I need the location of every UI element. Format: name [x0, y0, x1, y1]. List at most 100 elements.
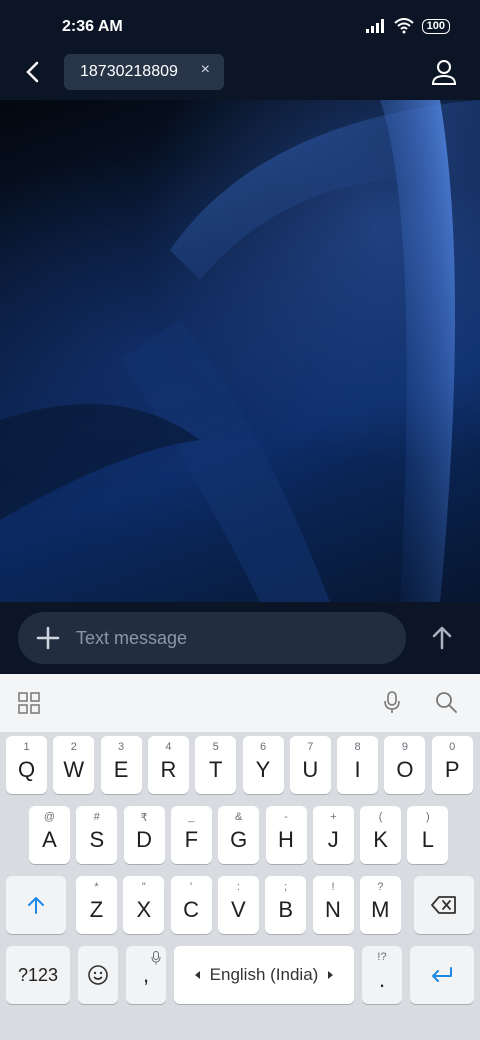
status-time: 2:36 AM [62, 18, 123, 35]
key-w[interactable]: 2W [53, 736, 95, 794]
period-key[interactable]: !? . [362, 946, 402, 1004]
key-label: S [89, 827, 105, 852]
symbols-key[interactable]: ?123 [6, 946, 70, 1004]
back-arrow-icon[interactable] [18, 56, 50, 88]
period-key-label: . [378, 967, 386, 992]
key-r[interactable]: 4R [147, 736, 189, 794]
key-z[interactable]: * Z [76, 876, 117, 934]
key-hint: ? [377, 881, 384, 893]
key-t[interactable]: 5T [195, 736, 237, 794]
key-hint: ) [426, 811, 430, 823]
key-hint: 0 [449, 741, 456, 753]
clear-recipient-icon[interactable]: × [201, 61, 210, 79]
key-e[interactable]: 3E [100, 736, 142, 794]
emoji-key-glyph [78, 946, 118, 1004]
key-v[interactable]: :V [217, 876, 259, 934]
key-d[interactable]: ₹ D [123, 806, 165, 864]
key-label: E [113, 757, 129, 782]
key-label: U [302, 757, 319, 782]
language-left-arrow-icon [194, 971, 200, 979]
key-hint: _ [188, 811, 195, 823]
shift-key[interactable] [6, 876, 66, 934]
key-i[interactable]: 8I [337, 736, 379, 794]
key-hint: 3 [118, 741, 125, 753]
key-hint: - [284, 811, 288, 823]
key-label: W [63, 757, 85, 782]
wallpaper-image [0, 100, 480, 602]
key-y[interactable]: 6Y [242, 736, 284, 794]
battery-indicator: 100 [421, 18, 450, 34]
wifi-icon [393, 18, 414, 34]
backspace-key[interactable] [414, 876, 474, 934]
key-f[interactable]: _ F [170, 806, 212, 864]
key-hint: 2 [70, 741, 77, 753]
key-label: K [373, 827, 388, 852]
key-a[interactable]: @ A [29, 806, 70, 864]
language-right-arrow-icon [328, 971, 334, 979]
conversation-background [0, 100, 480, 602]
comma-key-label: , [142, 962, 150, 987]
add-attachment-icon[interactable] [34, 624, 62, 652]
apps-grid-icon[interactable] [18, 692, 40, 714]
key-label: X [136, 897, 152, 922]
contact-icon[interactable] [428, 56, 460, 88]
key-label: H [278, 827, 294, 852]
key-label: Z [89, 897, 104, 922]
space-key-label: English (India) [209, 965, 319, 984]
enter-key[interactable] [410, 946, 474, 1004]
message-input[interactable]: Text message [18, 612, 406, 664]
signal-icon [365, 19, 384, 33]
key-u[interactable]: 7U [289, 736, 331, 794]
key-label: N [325, 897, 341, 922]
key-hint: 7 [307, 741, 314, 753]
key-label: V [231, 897, 246, 922]
search-icon[interactable] [434, 690, 458, 714]
key-p[interactable]: 0P [431, 736, 473, 794]
emoji-key[interactable] [78, 946, 118, 1004]
key-h[interactable]: -H [265, 806, 307, 864]
keyboard: 1Q2W3E4R5T6Y7U8I9O0P @ A # S ₹ D _ F & G - H + J(K) L … [0, 732, 480, 1040]
key-hint: ( [378, 811, 383, 823]
key-label: C [183, 897, 200, 922]
key-hint: 9 [401, 741, 408, 753]
key-hint: # [93, 811, 100, 823]
key-m[interactable]: ? M [359, 876, 401, 934]
key-g[interactable]: & G [218, 806, 260, 864]
space-key-content: English (India) [174, 946, 354, 1004]
message-placeholder: Text message [76, 628, 188, 648]
enter-arrow-icon [432, 967, 452, 982]
emoji-icon [88, 965, 108, 985]
key-s[interactable]: # S [76, 806, 118, 864]
key-hint: 5 [212, 741, 219, 753]
key-c[interactable]: ' C [170, 876, 212, 934]
key-hint: 4 [165, 741, 172, 753]
key-k[interactable]: (K [360, 806, 402, 864]
key-label: Y [255, 757, 271, 782]
key-j[interactable]: + J [312, 806, 354, 864]
key-label: Q [17, 757, 36, 782]
key-b[interactable]: ; B [265, 876, 307, 934]
comma-key[interactable]: , [126, 946, 166, 1004]
key-l[interactable]: ) L [407, 806, 449, 864]
space-key[interactable]: English (India) [174, 946, 354, 1004]
enter-key-glyph [410, 946, 474, 1004]
key-q[interactable]: 1Q [6, 736, 47, 794]
key-n[interactable]: ! N [312, 876, 354, 934]
key-hint: : [236, 881, 240, 893]
key-hint: " [141, 881, 146, 893]
key-label: L [421, 827, 435, 852]
key-o[interactable]: 9O [384, 736, 426, 794]
recipient-chip[interactable]: 18730218809 × [64, 54, 224, 90]
key-label: M [371, 897, 390, 922]
key-label: O [396, 757, 414, 782]
key-label: B [278, 897, 294, 922]
key-x[interactable]: " X [123, 876, 165, 934]
key-hint: + [330, 811, 337, 823]
key-label: T [208, 757, 223, 782]
message-composer: Text message [0, 602, 480, 674]
status-icons: 100 [365, 18, 450, 34]
key-hint: * [94, 881, 99, 893]
period-key-hint: !? [377, 951, 387, 963]
send-arrow-icon[interactable] [428, 624, 456, 652]
microphone-icon[interactable] [380, 690, 404, 714]
